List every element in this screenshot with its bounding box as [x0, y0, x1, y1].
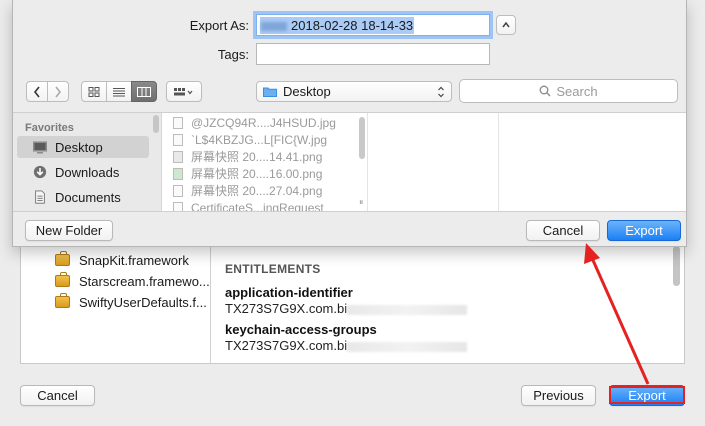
list-item[interactable]: CertificateS...ingRequest — [173, 199, 324, 211]
toolbox-icon — [55, 272, 70, 287]
annotation-highlight-box — [609, 386, 685, 404]
toolbox-icon — [55, 251, 70, 266]
list-item[interactable]: 屏幕快照 20....27.04.png — [173, 182, 322, 199]
cancel-button[interactable]: Cancel — [20, 385, 95, 406]
entitlement-value: TX273S7G9X.com.bi — [225, 301, 468, 316]
sidebar-item-downloads[interactable]: Downloads — [17, 161, 149, 183]
sidebar-item-documents[interactable]: Documents — [17, 186, 149, 208]
list-item[interactable]: SwiftyUserDefaults.f... — [55, 292, 207, 312]
tags-field[interactable] — [256, 43, 490, 65]
list-item[interactable]: 屏幕快照 20....16.00.png — [173, 165, 322, 182]
export-sheet: Export As: 2018-02-28 18-14-33 Tags: Des… — [12, 0, 687, 247]
image-file-icon — [173, 133, 183, 146]
entitlements-panel: ENTITLEMENTS application-identifier TX27… — [210, 240, 685, 364]
chevron-right-icon — [55, 86, 62, 97]
file-column: @JZCQ94R....J4HSUD.jpg `L$4KBZJG...L[FIC… — [163, 113, 368, 211]
search-field[interactable]: Search — [459, 79, 678, 103]
columns-icon — [137, 86, 151, 97]
list-icon — [113, 87, 125, 96]
image-file-icon — [173, 150, 183, 163]
sidebar: Favorites Desktop Downloads Documents — [13, 113, 162, 211]
list-item[interactable]: Starscream.framewo... — [55, 271, 210, 291]
export-as-label: Export As: — [189, 18, 249, 33]
expand-button[interactable] — [496, 15, 516, 35]
back-button[interactable] — [26, 81, 48, 102]
search-icon — [539, 85, 551, 97]
cancel-button[interactable]: Cancel — [526, 220, 600, 241]
forward-button[interactable] — [47, 81, 69, 102]
entitlement-value: TX273S7G9X.com.bi — [225, 338, 468, 353]
list-view-button[interactable] — [106, 81, 132, 102]
location-popup[interactable]: Desktop — [256, 81, 452, 102]
gallery-view-menu[interactable] — [166, 81, 202, 102]
chevron-left-icon — [33, 86, 40, 97]
export-as-field[interactable]: 2018-02-28 18-14-33 — [256, 14, 490, 36]
image-file-icon — [173, 116, 183, 129]
favorites-heading: Favorites — [25, 122, 74, 134]
group-by-icon — [174, 87, 193, 95]
empty-column — [369, 113, 499, 211]
documents-icon — [35, 190, 45, 204]
icon-grid-icon — [88, 86, 100, 97]
icon-view-button[interactable] — [81, 81, 107, 102]
document-file-icon — [173, 201, 183, 211]
framework-list: SnapKit.framework Starscream.framewo... … — [20, 240, 210, 364]
scrollbar[interactable] — [673, 246, 680, 286]
column-resize-grip[interactable]: ⏸ — [359, 197, 364, 208]
list-item[interactable]: @JZCQ94R....J4HSUD.jpg — [173, 114, 336, 131]
updown-chevron-icon — [438, 86, 444, 98]
toolbox-icon — [55, 293, 70, 308]
list-item[interactable]: 屏幕快照 20....14.41.png — [173, 148, 322, 165]
entitlement-key: keychain-access-groups — [225, 322, 377, 337]
entitlements-heading: ENTITLEMENTS — [225, 262, 321, 276]
chevron-up-icon — [502, 21, 510, 28]
column-scrollbar[interactable] — [359, 117, 365, 159]
downloads-icon — [33, 165, 47, 179]
toolbar: Desktop Search — [13, 73, 686, 113]
folder-icon — [263, 87, 277, 97]
list-item[interactable]: SnapKit.framework — [55, 250, 189, 270]
file-browser: Favorites Desktop Downloads Documents @J… — [13, 112, 686, 212]
image-file-icon — [173, 167, 183, 180]
column-view-button[interactable] — [131, 81, 157, 102]
new-folder-button[interactable]: New Folder — [25, 220, 113, 241]
list-item[interactable]: `L$4KBZJG...L[FIC{W.jpg — [173, 131, 327, 148]
sidebar-scrollbar[interactable] — [153, 115, 159, 133]
export-button[interactable]: Export — [607, 220, 681, 241]
entitlement-key: application-identifier — [225, 285, 353, 300]
tags-label: Tags: — [217, 47, 249, 62]
desktop-icon — [33, 141, 47, 154]
search-placeholder: Search — [556, 83, 598, 99]
location-label: Desktop — [283, 84, 331, 99]
previous-button[interactable]: Previous — [521, 385, 596, 406]
sidebar-item-desktop[interactable]: Desktop — [17, 136, 149, 158]
image-file-icon — [173, 184, 183, 197]
